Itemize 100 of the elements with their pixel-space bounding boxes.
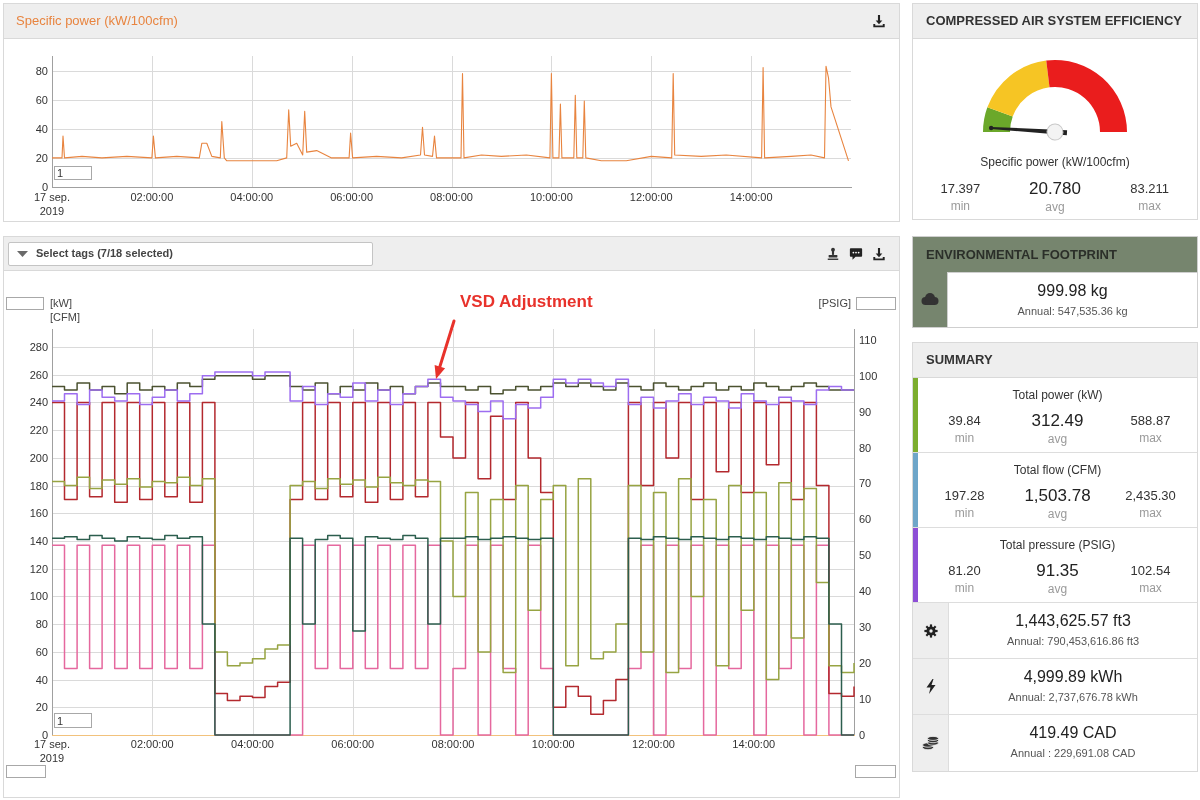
total-value: 4,999.89 kWh [1023, 667, 1123, 687]
stat-label: min [954, 581, 975, 595]
gear-icon [923, 623, 938, 638]
stat-label: min [954, 431, 975, 445]
axis-tick-label: 180 [28, 478, 48, 493]
stat-value: 91.35 [1036, 560, 1079, 582]
annual-total: Annual: 2,737,676.78 kWh [1008, 690, 1138, 704]
axis-range-field[interactable] [855, 765, 896, 778]
axis-tick-label: 08:00:00 [429, 190, 474, 204]
annual-total: Annual : 229,691.08 CAD [1010, 746, 1136, 760]
panel-title: COMPRESSED AIR SYSTEM EFFICIENCY [926, 12, 1182, 31]
axis-tick-label: 30 [859, 620, 872, 635]
axis-tick-label: 80 [34, 63, 48, 78]
footprint-value: 999.98 kg [1037, 281, 1108, 301]
axis-tick-label: 10:00:00 [530, 737, 576, 751]
axis-unit-label: [CFM] [50, 310, 80, 324]
axis-tick-label: 0 [40, 180, 48, 193]
caret-icon [17, 250, 28, 257]
metric-title: Total pressure (PSIG) [999, 537, 1116, 553]
axis-tick-label: 14:00:00 [731, 737, 777, 751]
stat-value: 2,435.30 [1125, 487, 1176, 505]
axis-tick-label: 240 [28, 395, 48, 410]
axis-tick-label: 80 [34, 617, 48, 632]
bolt-icon [925, 679, 936, 694]
axis-tick-label: 12:00:00 [628, 190, 674, 204]
axis-tick-label: 60 [34, 92, 48, 107]
axis-unit-label: [kW] [50, 296, 72, 310]
axis-tick-label: 70 [859, 476, 872, 491]
axis-tick-label: 40 [34, 121, 48, 136]
panel-title: ENVIRONMENTAL FOOTPRINT [926, 245, 1117, 264]
axis-tick-label: 120 [28, 561, 48, 576]
stat-label: max [1138, 199, 1161, 213]
stat-label: max [1139, 506, 1162, 520]
axis-range-field[interactable] [6, 765, 46, 778]
axis-tick-label: 12:00:00 [631, 737, 676, 751]
stat-label: avg [1047, 432, 1068, 446]
axis-tick-label: 04:00:00 [230, 737, 275, 751]
annual-total: Annual: 790,453,616.86 ft3 [1006, 634, 1140, 648]
stat-label: max [1139, 431, 1162, 445]
axis-range-field[interactable] [6, 297, 44, 310]
stat-value: 83.211 [1130, 180, 1170, 198]
axis-unit-label: [PSIG] [818, 296, 851, 310]
axis-tick-label: 110 [859, 332, 877, 347]
axis-tick-label: 100 [28, 589, 48, 604]
download-icon[interactable] [872, 246, 886, 261]
panel-title: Specific power (kW/100cfm) [16, 12, 178, 31]
stat-label: max [1139, 581, 1162, 595]
stat-label: min [950, 199, 970, 213]
axis-tick-label: 10 [859, 692, 872, 707]
stat-label: avg [1047, 582, 1068, 596]
axis-tick-label: 06:00:00 [329, 190, 375, 204]
comment-icon[interactable] [849, 246, 863, 261]
download-icon[interactable] [872, 14, 886, 28]
range-field[interactable]: 1 [54, 166, 92, 180]
total-value: 1,443,625.57 ft3 [1015, 611, 1131, 631]
stat-value: 81.20 [948, 562, 981, 580]
axis-tick-label: 04:00:00 [229, 190, 275, 204]
metric-title: Total power (kW) [1012, 387, 1103, 403]
axis-tick-label: 02:00:00 [129, 190, 175, 204]
axis-tick-label: 17 sep. 2019 [32, 738, 72, 765]
total-value: 419.49 CAD [1029, 723, 1117, 743]
stat-label: min [954, 506, 975, 520]
stat-label: avg [1047, 507, 1068, 521]
axis-tick-label: 200 [28, 450, 48, 465]
annotation-label: VSD Adjustment [460, 292, 593, 311]
stat-value: 312.49 [1031, 410, 1084, 432]
axis-tick-label: 140 [28, 534, 48, 548]
stat-value: 1,503.78 [1024, 485, 1091, 507]
cloud-icon [921, 293, 939, 306]
axis-tick-label: 08:00:00 [430, 737, 476, 751]
annual-total: Annual: 547,535.36 kg [1017, 304, 1128, 318]
metric-title: Total flow (CFM) [1013, 462, 1102, 478]
stat-value: 197.28 [944, 487, 985, 505]
axis-tick-label: 220 [28, 423, 48, 438]
tag-select-dropdown[interactable]: Select tags (7/18 selected) [8, 241, 373, 266]
axis-tick-label: 14:00:00 [728, 190, 774, 204]
axis-range-field[interactable] [856, 297, 896, 310]
axis-tick-label: 20 [34, 150, 48, 165]
stat-value: 17.397 [940, 180, 981, 198]
axis-tick-label: 50 [859, 548, 872, 563]
axis-tick-label: 90 [859, 404, 872, 419]
axis-tick-label: 40 [859, 584, 872, 599]
axis-tick-label: 80 [859, 440, 872, 455]
axis-tick-label: 100 [859, 368, 878, 383]
coins-icon [922, 736, 939, 750]
axis-tick-label: 20 [34, 700, 48, 715]
annotation-arrow [434, 319, 456, 379]
axis-tick-label: 60 [34, 644, 48, 659]
range-field[interactable]: 1 [54, 713, 92, 728]
stamp-icon[interactable] [826, 246, 840, 261]
gauge-label: Specific power (kW/100cfm) [980, 154, 1130, 170]
stat-value: 39.84 [948, 412, 981, 430]
axis-tick-label: 20 [859, 656, 872, 671]
stat-value: 20.780 [1029, 178, 1081, 200]
stat-label: avg [1045, 200, 1065, 214]
axis-tick-label: 10:00:00 [528, 190, 574, 204]
axis-tick-label: 06:00:00 [330, 737, 376, 751]
axis-tick-label: 260 [28, 367, 48, 382]
axis-tick-label: 280 [28, 340, 48, 354]
axis-tick-label: 0 [41, 728, 48, 741]
